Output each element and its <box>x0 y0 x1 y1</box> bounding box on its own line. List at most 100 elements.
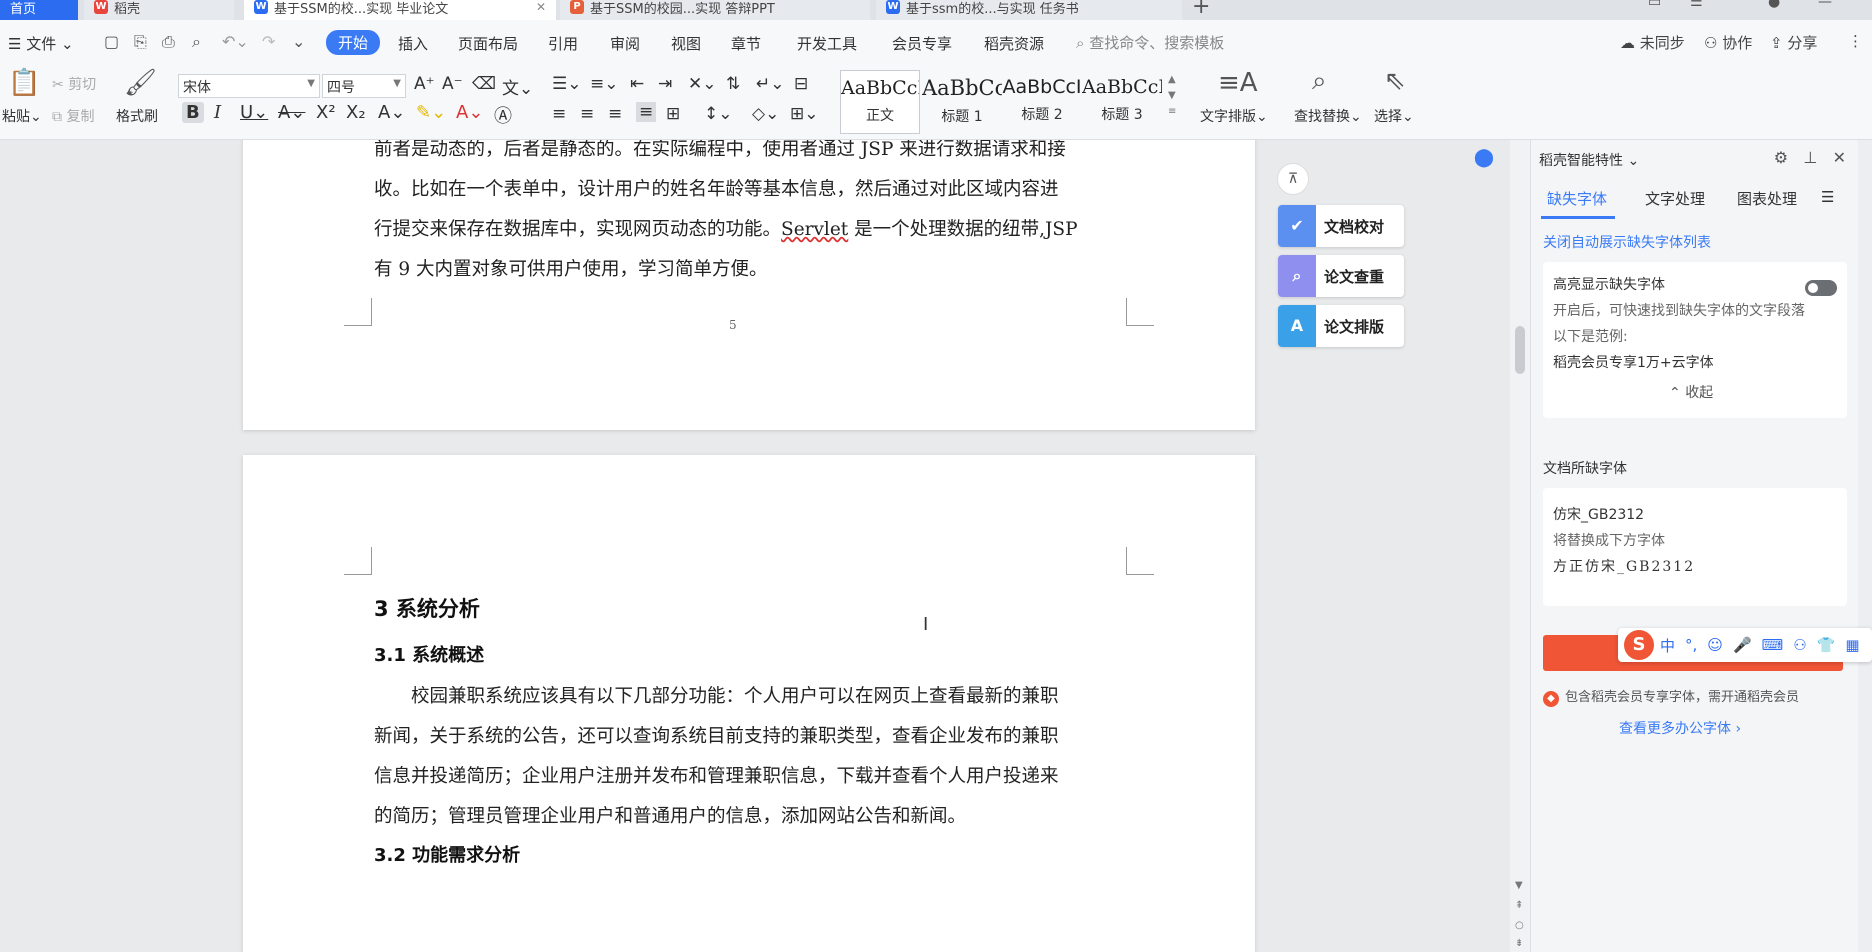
font-shrink-icon[interactable]: A⁻ <box>442 74 463 94</box>
cursor-select-icon[interactable]: ⇖ <box>1384 66 1406 96</box>
paste-icon[interactable]: 📋 <box>8 68 40 98</box>
collapse-up-icon[interactable]: ⊼ <box>1277 163 1309 195</box>
close-auto-show-link[interactable]: 关闭自动展示缺失字体列表 <box>1543 232 1711 252</box>
line-spacing-icon[interactable]: ↕⌄ <box>704 104 733 124</box>
menu-daoke-resources[interactable]: 稻壳资源 <box>984 33 1044 54</box>
clear-format-icon[interactable]: ⌫ <box>472 74 496 94</box>
print-icon[interactable]: ⎙ <box>162 32 175 52</box>
menu-start[interactable]: 开始 <box>326 30 381 55</box>
tab-home[interactable]: 首页 <box>0 0 78 20</box>
menu-dev-tools[interactable]: 开发工具 <box>797 33 857 54</box>
style-heading-2[interactable]: AaBbCcI 标题 2 <box>1002 70 1082 134</box>
align-left-icon[interactable]: ≡ <box>552 104 566 124</box>
share-button[interactable]: ⇪ 分享 <box>1770 32 1817 53</box>
font-color-button[interactable]: A⌄ <box>456 102 483 123</box>
tab-active-doc[interactable]: W 基于SSM的校...实现 毕业论文 ✕ <box>244 0 556 20</box>
ime-lang-toggle[interactable]: 中 <box>1660 635 1675 656</box>
sogou-logo-icon[interactable]: S <box>1624 630 1654 660</box>
menu-review[interactable]: 审阅 <box>610 33 640 54</box>
bold-button[interactable]: B <box>182 102 204 123</box>
text-effect-button[interactable]: A⌄ <box>378 102 405 123</box>
gear-icon[interactable]: ⚙ <box>1774 148 1788 167</box>
minimize-icon[interactable]: — <box>1818 0 1832 10</box>
show-marks-icon[interactable]: ↵⌄ <box>756 74 785 94</box>
heading-2[interactable]: 3.1 系统概述 <box>374 641 484 667</box>
panel-menu-icon[interactable]: ☰ <box>1821 188 1834 206</box>
tab-doc2[interactable]: W 基于ssm的校...与实现 任务书 <box>876 0 1182 20</box>
print-preview-icon[interactable]: ⌕ <box>192 32 201 52</box>
scroll-down-icon[interactable]: ▼ <box>1515 880 1523 891</box>
numbered-list-icon[interactable]: ≡⌄ <box>590 74 619 94</box>
new-tab-button[interactable]: + <box>1192 0 1210 19</box>
tab-ppt[interactable]: P 基于SSM的校园...实现 答辩PPT <box>560 0 870 20</box>
heading-2[interactable]: 3.2 功能需求分析 <box>374 841 520 867</box>
align-right-icon[interactable]: ≡ <box>608 104 622 124</box>
find-replace-button[interactable]: 查找替换⌄ <box>1294 106 1362 126</box>
brush-icon[interactable]: 🖌 <box>124 68 157 98</box>
style-heading-1[interactable]: AaBbCc 标题 1 <box>922 70 1002 134</box>
undo-icon[interactable]: ↶⌄ <box>222 32 249 51</box>
command-search[interactable]: ⌕ 查找命令、搜索模板 <box>1076 32 1224 53</box>
select-browse-icon[interactable]: ○ <box>1515 920 1524 931</box>
tab-daoke[interactable]: W 稻壳 <box>84 0 234 20</box>
close-icon[interactable]: ✕ <box>1833 148 1846 167</box>
window-layout-icon[interactable]: ▭ <box>1648 0 1661 10</box>
pin-panel-icon[interactable]: ⊥ <box>1803 148 1817 167</box>
spell-error-word[interactable]: Servlet <box>781 219 848 240</box>
export-pdf-icon[interactable]: ⎘ <box>134 32 147 52</box>
subscript-button[interactable]: X₂ <box>346 102 366 123</box>
more-fonts-link[interactable]: 查看更多办公字体 › <box>1619 718 1741 738</box>
cut-button[interactable]: ✂ 剪切 <box>52 74 96 94</box>
punctuation-icon[interactable]: °, <box>1685 636 1697 654</box>
magnifier-icon[interactable]: ⌕ <box>1312 66 1327 97</box>
chinese-layout-icon[interactable]: ✕⌄ <box>688 74 717 94</box>
emoji-icon[interactable]: ☺ <box>1707 636 1723 654</box>
tab-chart-processing[interactable]: 图表处理 <box>1737 188 1797 209</box>
text-layout-icon[interactable]: ≡A <box>1218 68 1258 98</box>
redo-icon[interactable]: ↷ <box>262 32 275 51</box>
next-page-icon[interactable]: ⇟ <box>1515 938 1523 949</box>
skin-icon[interactable]: 👕 <box>1817 636 1836 654</box>
phonetic-icon[interactable]: 文⌄ <box>502 74 533 99</box>
thesis-layout-button[interactable]: A 论文排版 <box>1278 305 1404 347</box>
avatar[interactable]: ● <box>1768 0 1780 10</box>
more-options-icon[interactable]: ⋮ <box>1848 32 1863 50</box>
justify-icon[interactable]: ≡ <box>636 102 657 122</box>
file-menu[interactable]: ☰ 文件 ⌄ <box>8 33 74 54</box>
distribute-icon[interactable]: ⊞ <box>666 104 680 124</box>
highlight-toggle[interactable] <box>1805 280 1837 296</box>
prev-page-icon[interactable]: ⇞ <box>1515 900 1523 911</box>
text-layout-button[interactable]: 文字排版⌄ <box>1200 106 1268 126</box>
collapse-button[interactable]: ⌃ 收起 <box>1669 382 1713 402</box>
keyboard-icon[interactable]: ⌨ <box>1762 636 1784 654</box>
indent-icon[interactable]: ⇥ <box>658 74 672 94</box>
location-pin-icon[interactable]: ⬤ <box>1466 140 1502 176</box>
paragraph[interactable]: 前者是动态的，后者是静态的。在实际编程中，使用者通过 JSP 来进行数据请求和接… <box>374 140 1134 290</box>
border-icon[interactable]: ⊞⌄ <box>790 104 819 124</box>
paste-button[interactable]: 粘贴⌄ <box>2 106 42 126</box>
microphone-icon[interactable]: 🎤 <box>1733 636 1752 654</box>
document-page[interactable]: 前者是动态的，后者是静态的。在实际编程中，使用者通过 JSP 来进行数据请求和接… <box>243 140 1255 430</box>
panel-title[interactable]: 稻壳智能特性 ⌄ <box>1539 150 1639 170</box>
save-icon[interactable]: ▢ <box>104 32 119 51</box>
style-normal[interactable]: AaBbCcDd 正文 <box>840 70 920 134</box>
font-name-select[interactable]: 宋体 ▼ <box>178 74 320 98</box>
style-heading-3[interactable]: AaBbCcDd 标题 3 <box>1082 70 1162 134</box>
ruler-icon[interactable]: ⊟ <box>794 74 808 94</box>
bullet-list-icon[interactable]: ☰⌄ <box>552 74 581 94</box>
doc-check-button[interactable]: ✔ 文档校对 <box>1278 205 1404 247</box>
align-center-icon[interactable]: ≡ <box>580 104 594 124</box>
close-icon[interactable]: ✕ <box>536 0 546 14</box>
highlight-button[interactable]: ✎⌄ <box>416 102 446 123</box>
document-page[interactable]: 3 系统分析 3.1 系统概述 校园兼职系统应该具有以下几部分功能：个人用户可以… <box>243 455 1255 952</box>
underline-button[interactable]: U⌄ <box>240 102 268 123</box>
copy-button[interactable]: ⧉ 复制 <box>52 106 94 126</box>
collab-button[interactable]: ⚇ 协作 <box>1704 32 1752 53</box>
outdent-icon[interactable]: ⇤ <box>630 74 644 94</box>
menu-member[interactable]: 会员专享 <box>892 33 952 54</box>
menu-insert[interactable]: 插入 <box>398 33 428 54</box>
sort-icon[interactable]: ⇅ <box>726 74 740 94</box>
vertical-scrollbar[interactable]: ▼ ⇞ ○ ⇟ <box>1510 140 1530 952</box>
plagiarism-check-button[interactable]: ⌕ 论文查重 <box>1278 255 1404 297</box>
user-center-icon[interactable]: ⚇ <box>1793 636 1806 654</box>
